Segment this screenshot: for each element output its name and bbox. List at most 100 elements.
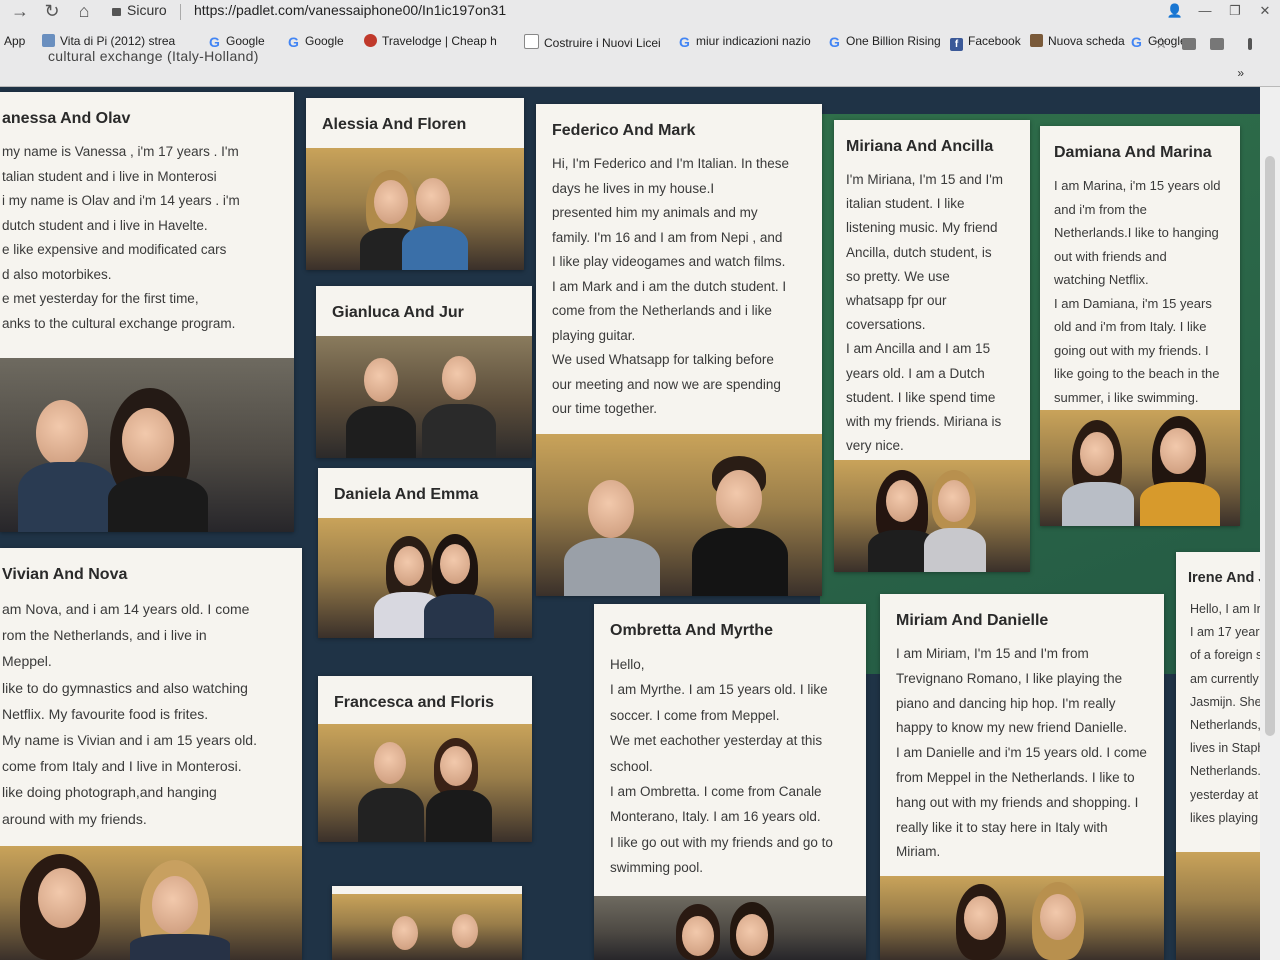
bookmark-label: One Billion Rising bbox=[846, 34, 941, 48]
post-line: I am Marina, i'm 15 years old bbox=[1054, 178, 1221, 193]
post-photo[interactable] bbox=[316, 336, 532, 458]
post-photo[interactable] bbox=[536, 434, 822, 596]
bookmark-label: Nuova scheda bbox=[1048, 34, 1125, 48]
user-icon[interactable]: 👤 bbox=[1160, 0, 1190, 22]
bookmark-google-1[interactable]: G Google bbox=[208, 34, 265, 49]
post-card[interactable]: Daniela And Emma bbox=[318, 468, 532, 638]
post-photo[interactable] bbox=[0, 846, 302, 960]
forward-icon[interactable]: → bbox=[8, 0, 32, 24]
post-line: Hello, bbox=[610, 657, 645, 672]
post-line: going out with my friends. I bbox=[1054, 342, 1209, 358]
post-title: Ombretta And Myrthe bbox=[610, 622, 773, 639]
restore-icon[interactable]: ❐ bbox=[1220, 0, 1250, 22]
home-icon[interactable]: ⌂ bbox=[72, 0, 96, 24]
post-photo[interactable] bbox=[1040, 410, 1240, 526]
post-line: lives in Staph bbox=[1190, 741, 1260, 756]
post-line: old and i'm from Italy. I like bbox=[1054, 319, 1207, 334]
post-line: whatsapp fpr our bbox=[846, 293, 947, 309]
post-line: I am 17 years bbox=[1190, 625, 1260, 640]
post-card[interactable]: Gianluca And Jur bbox=[316, 286, 532, 458]
bookmark-one-billion-rising[interactable]: G One Billion Rising bbox=[828, 34, 941, 49]
post-title: Vivian And Nova bbox=[2, 566, 128, 583]
bookmark-miur[interactable]: Gmiur indicazioni nazio bbox=[678, 34, 811, 49]
post-photo[interactable] bbox=[306, 148, 524, 270]
post-card[interactable]: Miriam And Danielle I am Miriam, I'm 15 … bbox=[880, 594, 1164, 960]
post-photo[interactable] bbox=[332, 894, 522, 960]
post-card[interactable]: Miriana And Ancilla I'm Miriana, I'm 15 … bbox=[834, 120, 1030, 572]
url-field[interactable]: https://padlet.com/vanessaiphone00/In1ic… bbox=[194, 2, 506, 18]
post-title: Francesca and Floris bbox=[334, 694, 495, 711]
post-line: listening music. My friend bbox=[846, 220, 998, 236]
post-line: my name is Vanessa , i'm 17 years . I'm bbox=[2, 144, 239, 159]
post-line: I am Miriam, I'm 15 and I'm from bbox=[896, 646, 1089, 661]
post-body: I am Marina, i'm 15 years old and i'm fr… bbox=[1040, 170, 1240, 419]
post-line: Netflix. My favourite food is frites. bbox=[2, 705, 209, 722]
post-line: like to do gymnastics and also watching bbox=[2, 679, 248, 696]
scrollbar-thumb[interactable] bbox=[1265, 156, 1275, 736]
post-title: Federico And Mark bbox=[552, 122, 696, 139]
post-card[interactable]: anessa And Olav my name is Vanessa , i'm… bbox=[0, 92, 294, 532]
bookmark-label: Vita di Pi (2012) strea bbox=[60, 34, 176, 48]
post-card[interactable]: Irene And Ja Hello, I am Ire I am 17 yea… bbox=[1176, 552, 1260, 960]
post-line: I am Mark and i am the dutch student. I bbox=[552, 278, 787, 294]
menu-icon[interactable] bbox=[1248, 38, 1252, 50]
page-scrollbar[interactable] bbox=[1260, 86, 1280, 960]
post-card[interactable]: Ombretta And Myrthe Hello, I am Myrthe. … bbox=[594, 604, 866, 960]
post-line: rom the Netherlands, and i live in bbox=[2, 627, 207, 644]
minimize-icon[interactable]: — bbox=[1190, 0, 1220, 22]
post-line: Jasmijn. She i bbox=[1190, 694, 1260, 709]
bookmark-vita-di-pi[interactable]: Vita di Pi (2012) strea bbox=[42, 34, 175, 48]
post-card[interactable]: Francesca and Floris bbox=[318, 676, 532, 842]
post-line: e met yesterday for the first time, bbox=[2, 291, 199, 306]
bookmark-costruire[interactable]: Costruire i Nuovi Licei bbox=[524, 34, 661, 50]
bookmark-nuova-scheda[interactable]: Nuova scheda bbox=[1030, 34, 1125, 48]
post-line: anks to the cultural exchange program. bbox=[2, 315, 236, 331]
board-subtitle: cultural exchange (Italy-Holland) bbox=[48, 48, 259, 64]
post-photo[interactable] bbox=[834, 460, 1030, 572]
reload-icon[interactable]: ↻ bbox=[40, 0, 64, 24]
more-bookmarks-button[interactable]: » bbox=[1237, 66, 1244, 80]
post-photo[interactable] bbox=[318, 518, 532, 638]
post-card[interactable]: Vivian And Nova am Nova, and i am 14 yea… bbox=[0, 548, 302, 960]
post-line: student. I like spend time bbox=[846, 389, 996, 405]
post-line: years old. I am a Dutch bbox=[846, 365, 985, 381]
post-line: I am Ancilla and I am 15 bbox=[846, 341, 991, 357]
bookmark-apps[interactable]: App bbox=[4, 34, 25, 48]
post-line: Miriam. bbox=[896, 844, 941, 860]
bookmark-star-icon[interactable]: ☆ bbox=[1155, 34, 1168, 52]
post-line: Meppel. bbox=[2, 653, 52, 670]
post-line: Netherlands. bbox=[1190, 764, 1260, 779]
post-line: summer, i like swimming. bbox=[1054, 389, 1199, 405]
post-line: e like expensive and modificated cars bbox=[2, 242, 227, 257]
post-line: My name is Vivian and i am 15 years old. bbox=[2, 732, 257, 749]
extension-icon[interactable] bbox=[1182, 38, 1196, 50]
post-photo[interactable] bbox=[0, 358, 294, 532]
post-card[interactable] bbox=[332, 886, 522, 960]
post-photo[interactable] bbox=[318, 724, 532, 842]
bookmark-facebook[interactable]: f Facebook bbox=[950, 34, 1021, 51]
bookmark-google-2[interactable]: G Google bbox=[287, 34, 344, 49]
post-line: school. bbox=[610, 758, 653, 774]
bookmark-travelodge[interactable]: Travelodge | Cheap h bbox=[364, 34, 497, 48]
post-photo[interactable] bbox=[1176, 852, 1260, 960]
post-line: swimming pool. bbox=[610, 860, 704, 876]
close-icon[interactable]: ✕ bbox=[1250, 0, 1280, 22]
page-icon bbox=[1030, 34, 1043, 47]
post-line: so pretty. We use bbox=[846, 268, 950, 284]
extension-icon[interactable] bbox=[1210, 38, 1224, 50]
post-line: I like go out with my friends and go to bbox=[610, 834, 833, 850]
post-photo[interactable] bbox=[594, 896, 866, 960]
bookmark-label: Google bbox=[226, 34, 265, 48]
site-icon bbox=[42, 34, 55, 47]
post-card[interactable]: Federico And Mark Hi, I'm Federico and I… bbox=[536, 104, 822, 596]
post-line: I like play videogames and watch films. bbox=[552, 254, 786, 269]
bookmark-label: Travelodge | Cheap h bbox=[382, 34, 497, 48]
post-line: i my name is Olav and i'm 14 years . i'm bbox=[2, 193, 240, 208]
post-line: our meeting and now we are spending bbox=[552, 376, 781, 392]
post-line: piano and dancing hip hop. I'm really bbox=[896, 695, 1116, 711]
post-photo[interactable] bbox=[880, 876, 1164, 960]
post-card[interactable]: Alessia And Floren bbox=[306, 98, 524, 270]
post-card[interactable]: Damiana And Marina I am Marina, i'm 15 y… bbox=[1040, 126, 1240, 526]
post-line: Ancilla, dutch student, is bbox=[846, 244, 992, 260]
security-indicator[interactable]: Sicuro bbox=[112, 2, 167, 18]
